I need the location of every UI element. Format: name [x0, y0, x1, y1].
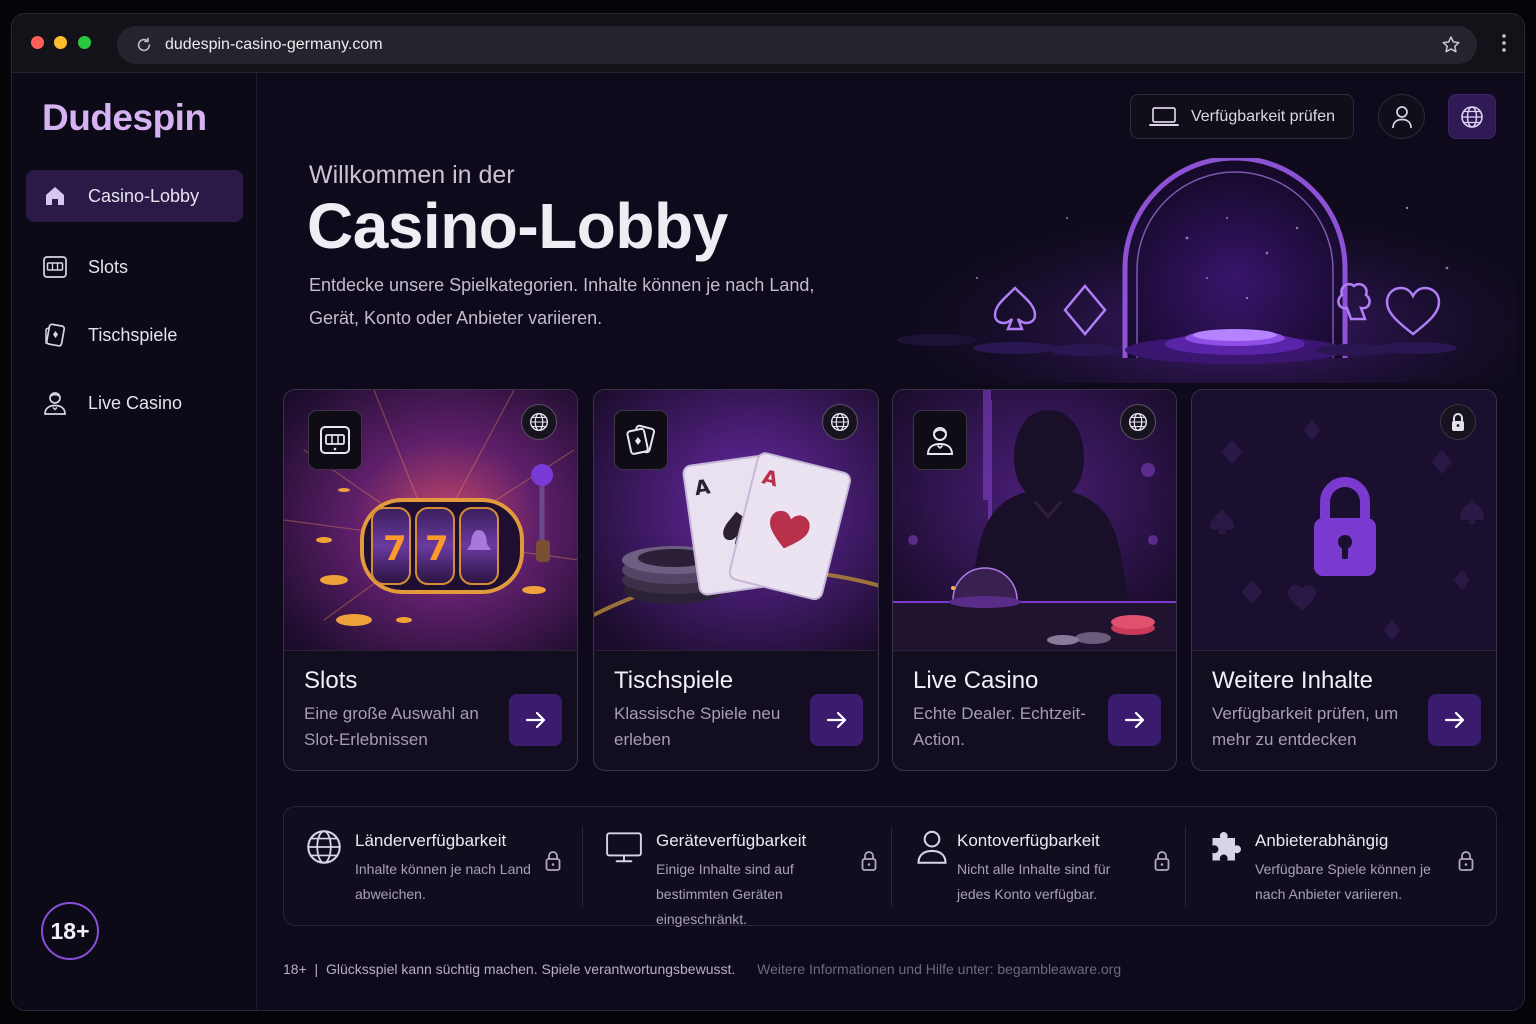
lock-icon: [1154, 851, 1170, 871]
open-live-casino-button[interactable]: [1108, 694, 1161, 746]
responsible-gambling-notice: 18+ | Glücksspiel kann süchtig machen. S…: [283, 961, 736, 977]
info-description: Verfügbare Spiele können je nach Anbiete…: [1255, 861, 1431, 902]
browser-toolbar: dudespin-casino-germany.com: [12, 14, 1524, 73]
card-description: Eine große Auswahl an Slot-Erlebnissen: [304, 704, 479, 749]
info-device-availability: Geräteverfügbarkeit Einige Inhalte sind …: [583, 807, 891, 927]
category-card-weitere-inhalte[interactable]: Weitere Inhalte Verfügbarkeit prüfen, um…: [1191, 389, 1497, 771]
card-title: Tischspiele: [614, 667, 734, 694]
sidebar-item-casino-lobby[interactable]: Casino-Lobby: [26, 170, 243, 222]
slot-machine-icon: [42, 254, 68, 280]
address-bar[interactable]: dudespin-casino-germany.com: [117, 26, 1477, 64]
card-description: Klassische Spiele neu erleben: [614, 704, 781, 749]
dealer-icon: [42, 390, 68, 416]
monitor-icon: [606, 832, 642, 863]
sidebar-item-label: Casino-Lobby: [88, 185, 200, 206]
arrow-right-icon: [1124, 711, 1144, 729]
sidebar-item-label: Slots: [88, 256, 129, 277]
category-card-live-casino[interactable]: Live Casino Echte Dealer. Echtzeit-Actio…: [892, 389, 1177, 771]
info-description: Inhalte können je nach Land abweichen.: [355, 861, 531, 902]
check-availability-label: Verfügbarkeit prüfen: [1190, 107, 1336, 125]
sidebar: Dudespin Casino-Lobby Slots Tischspiele …: [12, 73, 257, 1010]
availability-info-panel: Länderverfügbarkeit Inhalte können je na…: [283, 806, 1498, 927]
hero-pre-title: Willkommen in der: [309, 161, 515, 189]
card-title: Live Casino: [913, 667, 1039, 694]
info-provider-dependent: Anbieterabhängig Verfügbare Spiele könne…: [1186, 807, 1498, 927]
category-card-tischspiele[interactable]: A A Tischspiele Klassische Spiele neu er…: [593, 389, 879, 771]
hero-illustration: [887, 158, 1517, 383]
maximize-window-button[interactable]: [78, 36, 91, 49]
card-description: Verfügbarkeit prüfen, um mehr zu entdeck…: [1212, 704, 1399, 749]
info-description: Nicht alle Inhalte sind für jedes Konto …: [957, 861, 1111, 902]
info-title: Länderverfügbarkeit: [355, 831, 507, 850]
sidebar-item-label: Tischspiele: [88, 324, 178, 345]
playing-card-icon: [614, 410, 668, 470]
arrow-right-icon: [525, 711, 545, 729]
browser-window: dudespin-casino-germany.com Dudespin Cas…: [11, 13, 1525, 1011]
slot-machine-icon: [308, 410, 362, 470]
sidebar-item-slots[interactable]: Slots: [26, 241, 243, 293]
arrow-right-icon: [826, 711, 846, 729]
open-weitere-inhalte-button[interactable]: [1428, 694, 1481, 746]
home-icon: [42, 183, 68, 209]
user-icon: [917, 830, 947, 864]
info-title: Geräteverfügbarkeit: [656, 831, 807, 850]
info-title: Kontoverfügbarkeit: [957, 831, 1100, 850]
info-description: Einige Inhalte sind auf bestimmten Gerät…: [656, 861, 794, 927]
puzzle-icon: [1212, 832, 1241, 861]
lock-icon: [1440, 404, 1476, 440]
globe-icon: [521, 404, 557, 440]
open-tischspiele-button[interactable]: [810, 694, 863, 746]
laptop-icon: [1148, 106, 1179, 126]
url-text[interactable]: dudespin-casino-germany.com: [165, 36, 383, 54]
check-availability-button[interactable]: Verfügbarkeit prüfen: [1130, 94, 1354, 139]
hero-description: Entdecke unsere Spielkategorien. Inhalte…: [309, 275, 815, 328]
sidebar-item-tischspiele[interactable]: Tischspiele: [26, 309, 243, 361]
globe-icon: [307, 830, 341, 864]
card-title: Slots: [304, 667, 358, 694]
arrow-right-icon: [1444, 711, 1464, 729]
lock-icon: [1458, 851, 1474, 871]
sidebar-item-label: Live Casino: [88, 392, 183, 413]
globe-icon: [1120, 404, 1156, 440]
page-title: Casino-Lobby: [307, 190, 728, 262]
playing-card-icon: [42, 322, 68, 348]
card-title: Weitere Inhalte: [1212, 667, 1373, 694]
language-button[interactable]: [1448, 94, 1496, 139]
responsible-gambling-footer: 18+ | Glücksspiel kann süchtig machen. S…: [283, 961, 1121, 977]
info-title: Anbieterabhängig: [1255, 831, 1389, 850]
bookmark-star-icon[interactable]: [1441, 35, 1461, 55]
browser-menu-icon[interactable]: [1502, 34, 1506, 52]
open-slots-button[interactable]: [509, 694, 562, 746]
lock-icon: [861, 851, 877, 871]
dealer-icon: [913, 410, 967, 470]
sidebar-item-live-casino[interactable]: Live Casino: [26, 377, 243, 429]
profile-button[interactable]: [1378, 94, 1425, 139]
svg-text:7: 7: [425, 529, 449, 569]
age-restriction-badge: 18+: [41, 902, 99, 960]
globe-icon: [822, 404, 858, 440]
globe-icon: [1461, 105, 1483, 128]
minimize-window-button[interactable]: [54, 36, 67, 49]
lock-icon: [545, 851, 561, 871]
help-link[interactable]: Weitere Informationen und Hilfe unter: b…: [757, 961, 1121, 977]
svg-text:7: 7: [383, 529, 407, 569]
card-description: Echte Dealer. Echtzeit-Action.: [913, 704, 1086, 749]
category-card-slots[interactable]: 7 7 Slots Eine große Auswahl an Slot-Erl…: [283, 389, 578, 771]
info-account-availability: Kontoverfügbarkeit Nicht alle Inhalte si…: [892, 807, 1185, 927]
info-country-availability: Länderverfügbarkeit Inhalte können je na…: [284, 807, 582, 927]
reload-icon[interactable]: [135, 36, 153, 54]
close-window-button[interactable]: [31, 36, 44, 49]
main-content: Verfügbarkeit prüfen Willkommen in der C…: [257, 73, 1524, 1010]
user-icon: [1391, 105, 1412, 128]
brand-logo[interactable]: Dudespin: [42, 97, 207, 139]
